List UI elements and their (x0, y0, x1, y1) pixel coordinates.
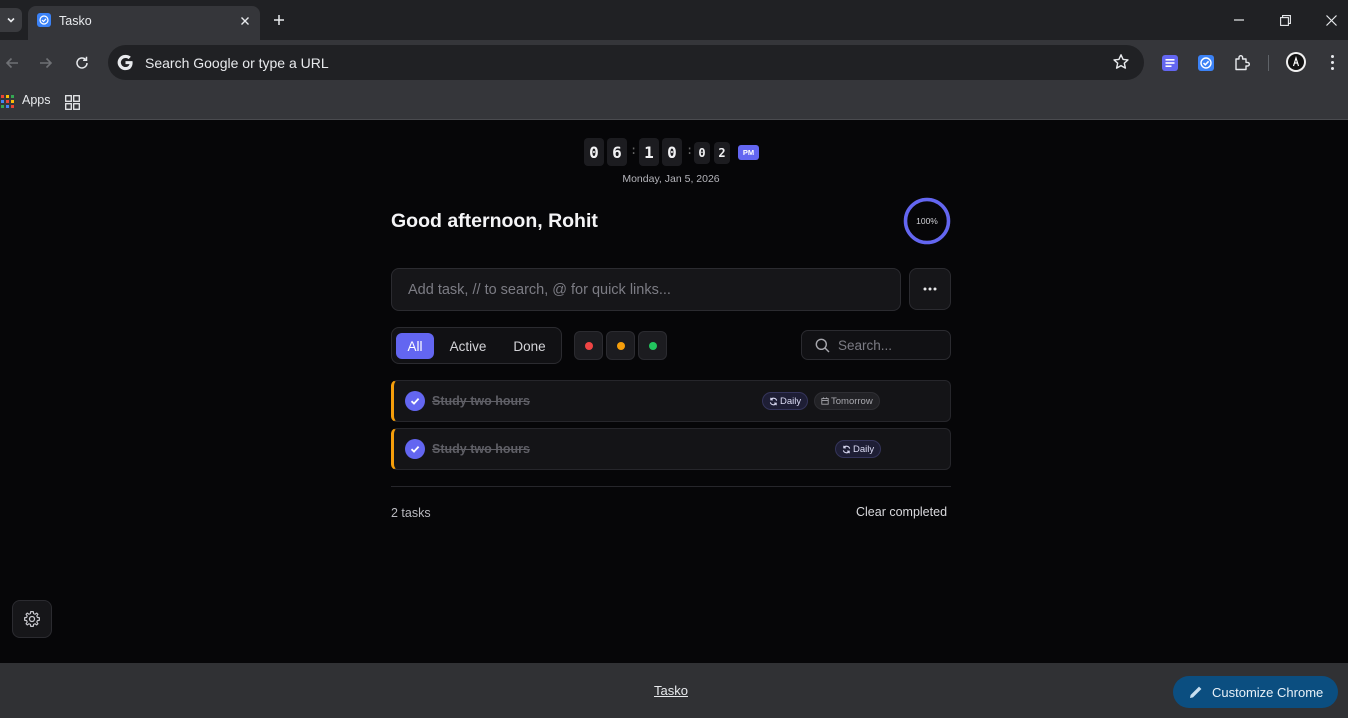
profile-icon (1288, 54, 1304, 70)
extension-attribution-link[interactable]: Tasko (654, 683, 688, 698)
priority-low-dot (648, 341, 657, 350)
apps-label: Apps (22, 93, 51, 107)
clock-minute-tens: 1 (639, 138, 659, 166)
google-g-icon (117, 54, 133, 71)
minimize-button[interactable] (1224, 8, 1254, 32)
tab-tasko[interactable]: Tasko (28, 6, 260, 40)
bookmark-star-icon[interactable] (1112, 53, 1130, 71)
tab-close-button[interactable] (236, 12, 254, 30)
priority-high-dot (584, 341, 593, 350)
gear-icon (24, 611, 40, 627)
clock-hour-tens: 0 (584, 138, 604, 166)
pencil-icon (1190, 686, 1202, 698)
task-search-box (801, 330, 951, 360)
task-text: Study two hours (432, 442, 530, 456)
repeat-label: Daily (780, 395, 802, 407)
due-date-label: Tomorrow (831, 395, 873, 407)
extensions-puzzle-icon[interactable] (1233, 54, 1251, 72)
calendar-icon (821, 397, 829, 405)
extension-reader-icon[interactable] (1161, 54, 1179, 72)
arrow-left-icon (5, 57, 18, 69)
progress-label: 100% (916, 216, 938, 226)
priority-filter-low[interactable] (638, 331, 667, 360)
filter-tab-active[interactable]: Active (440, 333, 496, 359)
search-icon (815, 338, 830, 353)
customize-chrome-button[interactable]: Customize Chrome (1173, 676, 1338, 708)
forward-button[interactable] (34, 51, 58, 75)
repeat-badge: Daily (762, 392, 809, 410)
close-icon (1325, 14, 1337, 26)
browser-toolbar: Search Google or type a URL (0, 40, 1348, 86)
tab-title: Tasko (59, 14, 92, 28)
checkmark-icon (410, 445, 420, 453)
task-search-input[interactable] (838, 331, 948, 359)
task-count: 2 tasks (391, 506, 431, 520)
repeat-icon (769, 397, 778, 405)
add-task-box (391, 268, 901, 311)
toolbar-separator (1268, 55, 1269, 71)
minimize-icon (1234, 19, 1244, 21)
settings-button[interactable] (12, 600, 52, 638)
apps-grid-icon (1, 95, 14, 108)
checkmark-icon (410, 397, 420, 405)
omnibox[interactable]: Search Google or type a URL (108, 45, 1144, 80)
close-icon (241, 17, 249, 25)
clock-second-tens: 0 (694, 142, 710, 164)
task-checkbox[interactable] (405, 439, 425, 459)
profile-avatar[interactable] (1286, 52, 1306, 72)
chrome-menu-button[interactable] (1322, 52, 1342, 72)
clear-completed-button[interactable]: Clear completed (856, 505, 947, 519)
tasko-page: 0 6 : 1 0 : 0 2 PM Monday, Jan 5, 2026 G… (0, 121, 1348, 663)
tab-strip: Tasko (0, 0, 1348, 40)
filter-tab-done[interactable]: Done (502, 333, 557, 359)
extension-tasko-icon[interactable] (1197, 54, 1215, 72)
clock-ampm-badge: PM (738, 145, 759, 160)
tab-search-button[interactable] (0, 8, 22, 32)
more-options-button[interactable] (909, 268, 951, 310)
new-tab-button[interactable] (268, 9, 290, 31)
bookmarks-bar: Apps (0, 86, 1348, 120)
list-divider (391, 486, 951, 487)
priority-filter-medium[interactable] (606, 331, 635, 360)
clock-hour-ones: 6 (607, 138, 627, 166)
arrow-right-icon (40, 57, 53, 69)
repeat-badge: Daily (835, 440, 882, 458)
back-button[interactable] (0, 51, 24, 75)
priority-medium-dot (616, 341, 625, 350)
restore-icon (1279, 14, 1291, 26)
customize-chrome-label: Customize Chrome (1212, 684, 1324, 700)
repeat-icon (842, 445, 851, 453)
clock-second-ones: 2 (714, 142, 730, 164)
chevron-down-icon (7, 17, 15, 23)
current-date: Monday, Jan 5, 2026 (622, 173, 720, 185)
restore-button[interactable] (1270, 8, 1300, 32)
task-item[interactable]: Study two hours Daily (391, 428, 951, 470)
more-horizontal-icon (923, 287, 937, 291)
kebab-menu-icon (1330, 54, 1334, 70)
priority-filter-high[interactable] (574, 331, 603, 360)
omnibox-placeholder: Search Google or type a URL (145, 55, 329, 71)
task-item[interactable]: Study two hours Daily Tomorrow (391, 380, 951, 422)
add-task-input[interactable] (392, 269, 900, 310)
clock-minute-ones: 0 (662, 138, 682, 166)
reload-icon (76, 56, 88, 69)
filter-tab-all[interactable]: All (396, 333, 434, 359)
ntp-footer: Tasko Customize Chrome (0, 663, 1348, 718)
task-checkbox[interactable] (405, 391, 425, 411)
clock-separator: : (686, 143, 694, 157)
apps-bookmark[interactable]: Apps (0, 86, 58, 120)
due-date-badge: Tomorrow (814, 392, 880, 410)
tab-groups-icon[interactable] (65, 95, 80, 110)
close-window-button[interactable] (1316, 8, 1346, 32)
repeat-label: Daily (853, 443, 875, 455)
tasko-favicon-icon (37, 13, 51, 27)
status-filter-group: All Active Done (391, 327, 562, 364)
reload-button[interactable] (70, 51, 94, 75)
plus-icon (274, 15, 284, 25)
greeting-title: Good afternoon, Rohit (391, 210, 598, 232)
task-text: Study two hours (432, 394, 530, 408)
clock-separator: : (630, 143, 638, 157)
